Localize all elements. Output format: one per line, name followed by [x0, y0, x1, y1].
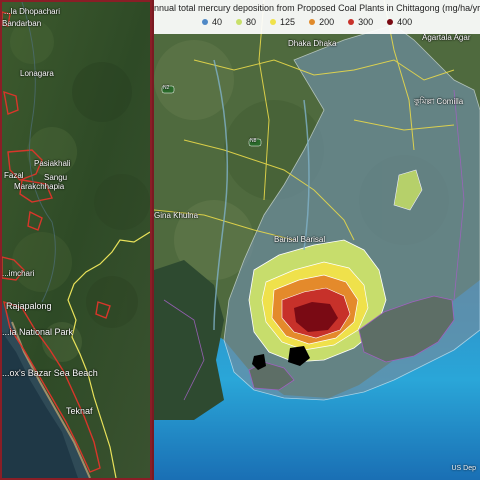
legend-dot-icon — [309, 19, 316, 25]
legend-item-125: 125 — [270, 17, 295, 27]
place-marakchhapia: Marakchhapia — [14, 182, 65, 191]
map-legend: nnual total mercury deposition from Prop… — [154, 0, 480, 34]
map-credit: US Dep — [451, 465, 476, 472]
place-teknaf: Teknaf — [66, 406, 93, 416]
place-dhaka: Dhaka Dhaka — [288, 39, 337, 48]
legend-items: 40 80 125 200 300 400 — [202, 17, 412, 27]
route-badge-n2: N2 — [163, 85, 170, 91]
place-dhopachari: ...la Dhopachari — [4, 7, 61, 16]
legend-label: 80 — [246, 17, 257, 27]
route-badge-n8: N8 — [250, 138, 257, 144]
legend-title: nnual total mercury deposition from Prop… — [154, 3, 480, 13]
legend-dot-icon — [236, 19, 243, 25]
right-deposition-map[interactable]: N2 N8 Dhaka Dhaka Agartala Agar কুমিল্লা… — [154, 0, 480, 480]
legend-label: 200 — [319, 17, 335, 27]
legend-label: 40 — [212, 17, 223, 27]
place-himchari: ...imchari — [2, 269, 35, 278]
place-barisal: Barisal Barisal — [274, 235, 326, 244]
place-comilla: কুমিল্লা Comilla — [414, 97, 464, 106]
legend-item-200: 200 — [309, 17, 334, 27]
legend-item-80: 80 — [236, 17, 256, 27]
legend-label: 400 — [397, 17, 413, 27]
legend-dot-icon — [348, 19, 355, 25]
place-sea-beach: ...ox's Bazar Sea Beach — [2, 368, 98, 378]
left-satellite-map[interactable]: ...la Dhopachari Bandarban Lonagara Pasi… — [0, 0, 152, 480]
legend-label: 300 — [358, 17, 374, 27]
legend-dot-icon — [270, 19, 277, 25]
place-sangu: Sangu — [44, 173, 68, 182]
place-national-park: ...ia National Park — [2, 327, 74, 337]
place-fazal: Fazal — [4, 171, 24, 180]
legend-label: 125 — [280, 17, 296, 27]
legend-item-300: 300 — [348, 17, 373, 27]
place-agartala: Agartala Agar — [422, 33, 471, 42]
place-pasiakhali: Pasiakhali — [34, 159, 71, 168]
legend-dot-icon — [202, 19, 208, 25]
place-lonagara: Lonagara — [20, 69, 54, 78]
place-bandarban: Bandarban — [2, 19, 42, 28]
legend-item-40: 40 — [202, 17, 222, 27]
place-khulna: Gina Khulna — [154, 211, 199, 220]
place-rajapalong: Rajapalong — [6, 301, 52, 311]
legend-item-400: 400 — [387, 17, 412, 27]
legend-dot-icon — [387, 19, 394, 25]
